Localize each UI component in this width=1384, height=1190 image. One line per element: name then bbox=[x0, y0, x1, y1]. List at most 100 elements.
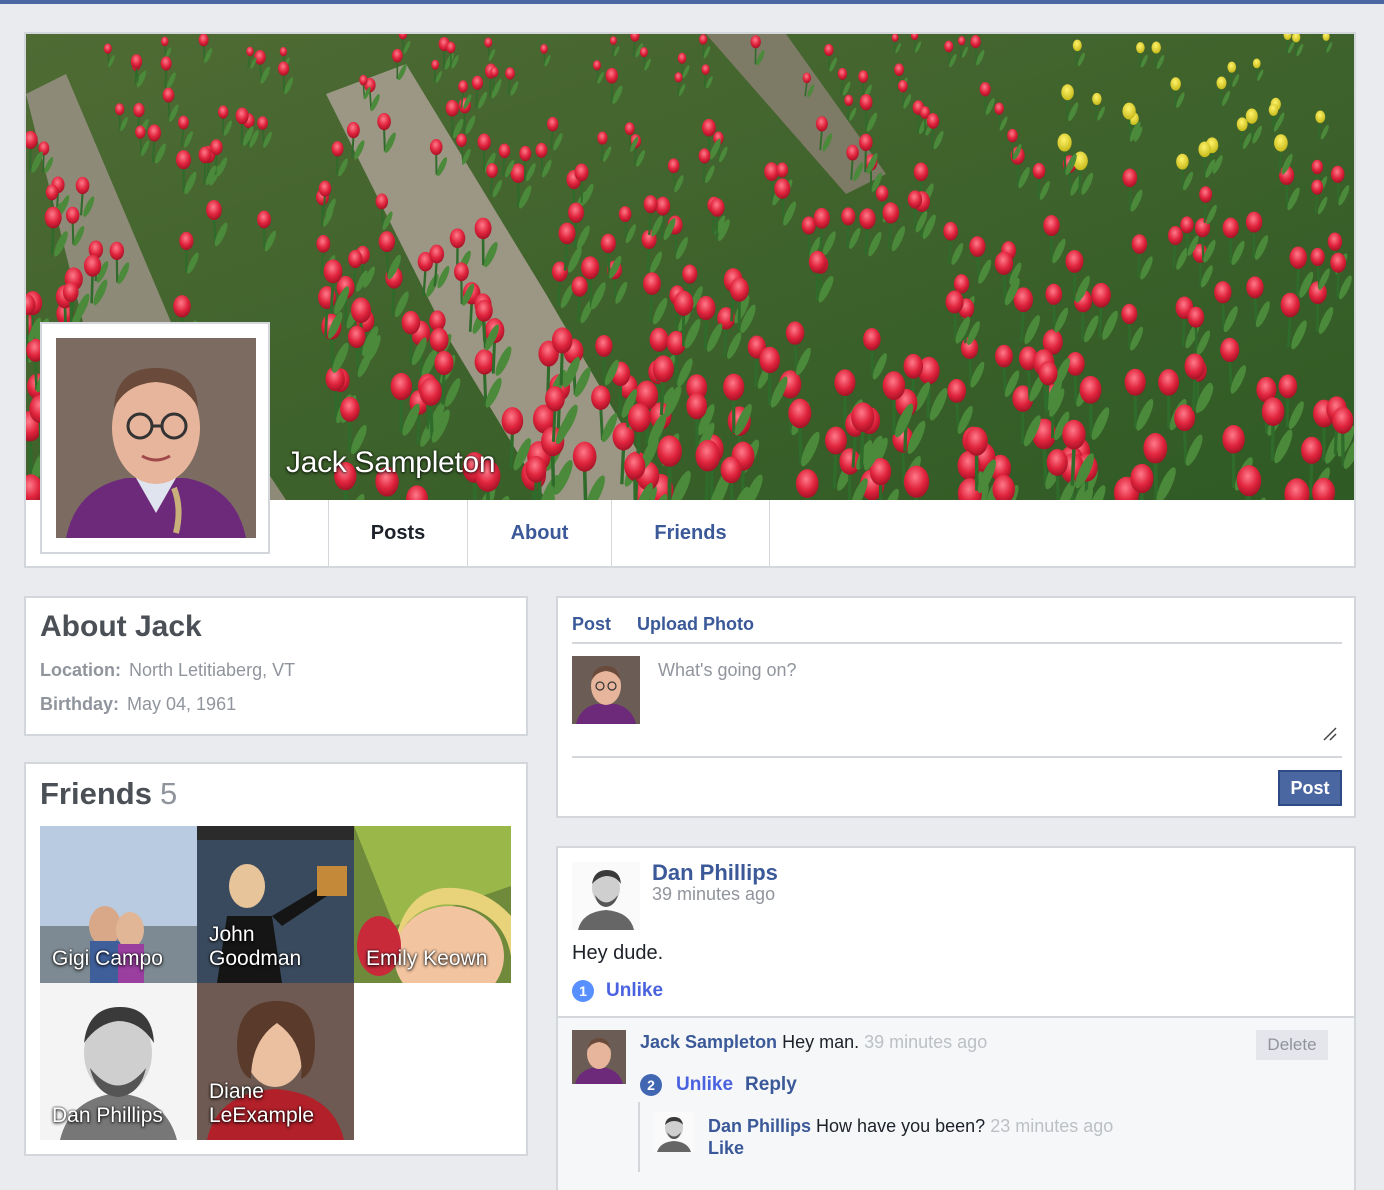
tulip-bloom bbox=[392, 48, 403, 63]
tulip-bloom bbox=[419, 377, 442, 406]
tulip-stem bbox=[960, 44, 963, 57]
avatar[interactable] bbox=[572, 862, 640, 930]
tulip-bloom bbox=[995, 344, 1013, 368]
tulip-bloom bbox=[591, 385, 611, 410]
post-button[interactable]: Post bbox=[1278, 770, 1342, 806]
reply-button[interactable]: Reply bbox=[745, 1074, 797, 1096]
profile-nav: Posts About Friends bbox=[328, 500, 770, 566]
friend-tile[interactable]: Diane LeExample bbox=[197, 983, 354, 1140]
tulip-bloom bbox=[446, 41, 456, 54]
divider bbox=[572, 756, 1342, 758]
tulip-bloom bbox=[547, 116, 559, 132]
tulip-stem bbox=[1296, 267, 1300, 296]
tulip-bloom bbox=[1222, 217, 1239, 239]
tulip-bloom bbox=[458, 80, 468, 93]
tulip-bloom bbox=[1122, 102, 1136, 120]
tulip-bloom bbox=[699, 34, 708, 45]
tulip-stem bbox=[864, 149, 867, 173]
friend-tile[interactable]: Dan Phillips bbox=[40, 983, 197, 1140]
tulip-bloom bbox=[1332, 406, 1354, 434]
friend-tile[interactable]: Emily Keown bbox=[354, 826, 511, 983]
tulip-stem bbox=[1088, 401, 1093, 438]
tulip-bloom bbox=[1227, 61, 1237, 73]
friend-tile[interactable]: Gigi Campo bbox=[40, 826, 197, 983]
tulip-stem bbox=[1285, 396, 1290, 428]
tulip-bloom bbox=[1092, 92, 1102, 105]
tulip-stem bbox=[1250, 122, 1254, 143]
avatar[interactable] bbox=[654, 1112, 694, 1152]
tulip-bloom bbox=[1330, 252, 1347, 273]
tab-posts[interactable]: Posts bbox=[329, 500, 468, 566]
tulip-bloom bbox=[970, 35, 981, 49]
tulip-stem bbox=[1098, 305, 1103, 338]
reply-like-button[interactable]: Like bbox=[708, 1138, 744, 1159]
profile-header: Jack Sampleton Posts About Friends bbox=[24, 32, 1356, 568]
friend-tile[interactable]: John Goodman bbox=[197, 826, 354, 983]
tulip-bloom bbox=[350, 297, 372, 323]
post-body: Hey dude. bbox=[572, 942, 664, 964]
location-value: North Letitiaberg, VT bbox=[129, 660, 296, 680]
profile-picture[interactable] bbox=[40, 322, 270, 554]
tulip-bloom bbox=[945, 290, 964, 314]
post-author[interactable]: Dan Phillips bbox=[652, 860, 778, 886]
reply-author[interactable]: Dan Phillips bbox=[708, 1116, 811, 1136]
tulip-stem bbox=[50, 226, 55, 255]
tulip-stem bbox=[1002, 365, 1007, 396]
comment-unlike-button[interactable]: Unlike bbox=[676, 1074, 733, 1096]
tulip-bloom bbox=[1199, 186, 1213, 203]
tulip-bloom bbox=[696, 295, 716, 321]
birthday-value: May 04, 1961 bbox=[127, 694, 237, 714]
tulip-bloom bbox=[477, 133, 491, 151]
tulip-bloom bbox=[540, 44, 548, 54]
tulip-bloom bbox=[1062, 419, 1086, 450]
tulip-stem bbox=[819, 227, 823, 254]
tulip-bloom bbox=[1131, 234, 1148, 254]
tulip-stem bbox=[902, 91, 905, 108]
tulip-bloom bbox=[605, 67, 618, 84]
tulip-bloom bbox=[175, 150, 192, 170]
friends-card: Friends 5 Gigi Campo John Goodman Emily K… bbox=[24, 762, 528, 1156]
avatar[interactable] bbox=[572, 1030, 626, 1084]
tulip-bloom bbox=[858, 70, 869, 83]
tulip-stem bbox=[1081, 310, 1085, 341]
tulip-bloom bbox=[279, 46, 288, 57]
tulip-bloom bbox=[944, 40, 954, 53]
tulip-stem bbox=[798, 425, 803, 464]
tulip-bloom bbox=[331, 141, 344, 157]
tulip-bloom bbox=[346, 121, 360, 139]
friends-count: 5 bbox=[159, 776, 178, 811]
delete-comment-button[interactable]: Delete bbox=[1256, 1030, 1328, 1060]
composer-tab-upload-photo[interactable]: Upload Photo bbox=[637, 614, 754, 635]
tulip-bloom bbox=[1280, 292, 1300, 318]
unlike-button[interactable]: Unlike bbox=[606, 980, 663, 1002]
tulip-bloom bbox=[655, 196, 671, 216]
tulip-stem bbox=[429, 403, 434, 441]
tulip-stem bbox=[1201, 235, 1205, 261]
tulip-bloom bbox=[1124, 368, 1146, 396]
tulip-stem bbox=[1203, 156, 1207, 177]
tulip-bloom bbox=[75, 176, 90, 195]
tulip-stem bbox=[1019, 310, 1025, 343]
tulip-bloom bbox=[525, 455, 547, 483]
tulip-bloom bbox=[965, 426, 988, 456]
tulip-bloom bbox=[624, 452, 646, 480]
tulip-bloom bbox=[178, 115, 189, 130]
tulip-bloom bbox=[851, 402, 875, 432]
tab-friends[interactable]: Friends bbox=[612, 500, 770, 566]
tulip-bloom bbox=[217, 105, 229, 119]
tulip-bloom bbox=[429, 244, 445, 264]
resize-handle-icon[interactable] bbox=[1322, 726, 1338, 742]
tab-about[interactable]: About bbox=[468, 500, 612, 566]
tulip-bloom bbox=[597, 131, 608, 145]
tulip-stem bbox=[1336, 181, 1340, 204]
tulip-stem bbox=[1285, 183, 1289, 209]
tulip-bloom bbox=[160, 56, 172, 71]
tulip-bloom bbox=[572, 441, 597, 472]
tulip-bloom bbox=[456, 133, 467, 148]
tulip-bloom bbox=[130, 54, 143, 69]
composer-tab-post[interactable]: Post bbox=[572, 614, 611, 635]
status-input[interactable] bbox=[650, 656, 1340, 746]
tulip-bloom bbox=[897, 79, 908, 93]
comment-author[interactable]: Jack Sampleton bbox=[640, 1032, 777, 1052]
tulip-bloom bbox=[114, 103, 125, 116]
